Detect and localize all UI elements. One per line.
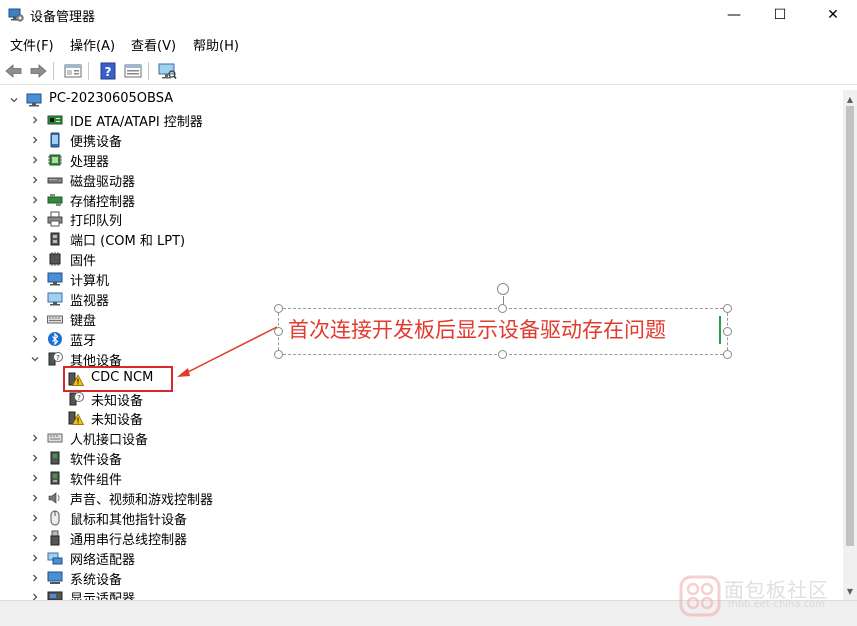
text-caret: [719, 316, 721, 344]
resize-handle-br[interactable]: [723, 350, 732, 359]
annotation-text[interactable]: 首次连接开发板后显示设备驱动存在问题: [288, 314, 666, 344]
resize-handle-bl[interactable]: [274, 350, 283, 359]
watermark-subtext: mbb.eet-china.com: [728, 599, 826, 610]
resize-handle-tl[interactable]: [274, 304, 283, 313]
rotate-handle[interactable]: [497, 283, 509, 295]
watermark: 面包板社区 mbb.eet-china.com: [676, 572, 851, 620]
watermark-logo-icon: [679, 575, 721, 617]
resize-handle-bm[interactable]: [498, 350, 507, 359]
resize-handle-mr[interactable]: [723, 327, 732, 336]
resize-handle-tr[interactable]: [723, 304, 732, 313]
resize-handle-ml[interactable]: [274, 327, 283, 336]
resize-handle-tm[interactable]: [498, 304, 507, 313]
